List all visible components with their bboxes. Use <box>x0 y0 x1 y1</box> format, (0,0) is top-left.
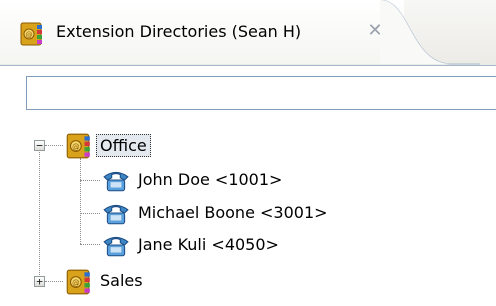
svg-text:@: @ <box>72 142 80 151</box>
telephone-icon <box>103 204 129 225</box>
svg-text:@: @ <box>26 31 33 39</box>
address-book-icon: @ <box>20 22 42 46</box>
tree-connector <box>80 180 100 181</box>
tree-group-label[interactable]: Office <box>96 134 151 157</box>
tab-edge <box>380 0 480 65</box>
telephone-icon <box>103 236 129 257</box>
tab-extension-directories[interactable]: @ Extension Directories (Sean H) ✕ <box>0 0 404 64</box>
directory-tree: − @ Office John Doe <1001> Michael Boone… <box>0 120 496 306</box>
contact-label[interactable]: John Doe <1001> <box>138 170 282 189</box>
tree-connector <box>80 213 100 214</box>
tree-connector <box>80 158 81 244</box>
tree-connector <box>39 146 40 281</box>
tree-group-label[interactable]: Sales <box>100 271 143 290</box>
address-book-icon: @ <box>66 133 90 159</box>
telephone-icon <box>103 171 129 192</box>
expand-icon[interactable]: + <box>34 276 45 287</box>
collapse-icon[interactable]: − <box>34 140 45 151</box>
contact-label[interactable]: Jane Kuli <4050> <box>138 235 279 254</box>
tree-connector <box>80 244 100 245</box>
tab-title: Extension Directories (Sean H) <box>56 22 302 41</box>
tab-bar: @ Extension Directories (Sean H) ✕ <box>0 0 496 66</box>
tree-connector <box>45 145 63 146</box>
address-book-icon: @ <box>66 269 90 295</box>
tree-connector <box>45 281 63 282</box>
search-input[interactable] <box>26 76 496 110</box>
svg-text:@: @ <box>72 278 80 287</box>
contact-label[interactable]: Michael Boone <3001> <box>138 203 328 222</box>
